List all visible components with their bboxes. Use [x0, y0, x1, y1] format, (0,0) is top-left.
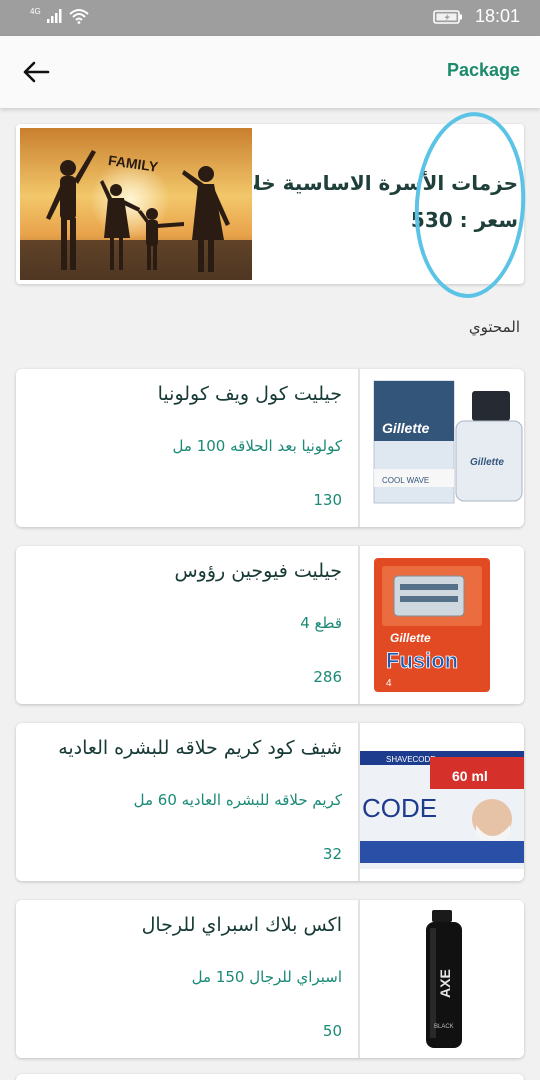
- product-name: جيليت فيوجين رؤوس: [174, 560, 342, 582]
- product-price: 32: [322, 845, 342, 863]
- product-description: اسبراي للرجال 150 مل: [191, 968, 342, 986]
- fusion-pack-text: Fusion: [386, 648, 458, 673]
- product-card[interactable]: Gillette COOL WAVE Gillette جيليت كول وي…: [16, 369, 524, 527]
- package-card[interactable]: FAMILY حزمات الأسرة الاساسية خلال شهر سع…: [16, 124, 524, 284]
- gillette-pack-text: Gillette: [390, 631, 431, 645]
- package-price: سعر : 530: [410, 208, 518, 232]
- product-card[interactable]: Gillette Fusion 4 جيليت فيوجين رؤوس قطع …: [16, 546, 524, 704]
- product-image-shavecode-cream: SHAVECODE 60 ml CODE: [358, 723, 524, 881]
- code-box-text: CODE: [362, 793, 437, 823]
- signal-icon: [46, 9, 62, 23]
- app-title: Package: [446, 60, 520, 80]
- product-price: 286: [313, 668, 342, 686]
- package-name: حزمات الأسرة الاساسية خلال شهر: [254, 171, 518, 195]
- gillette-box-text: Gillette: [382, 420, 430, 436]
- product-image-gillette-coolwave: Gillette COOL WAVE Gillette: [358, 369, 524, 527]
- arrow-left-icon: [23, 61, 50, 83]
- product-description: قطع 4: [300, 614, 342, 632]
- section-label-contents: المحتوي: [468, 318, 520, 336]
- wifi-icon: [69, 9, 89, 24]
- product-card[interactable]: AXE BLACK اكس بلاك اسبراي للرجال اسبراي …: [16, 900, 524, 1058]
- battery-icon: [433, 9, 462, 24]
- axe-can-text: AXE: [437, 969, 453, 998]
- network-type: 4G: [30, 6, 41, 16]
- product-name: جيليت كول ويف كولونيا: [157, 383, 342, 405]
- status-icons: 4G: [30, 6, 89, 24]
- product-image-axe-black: AXE BLACK: [358, 900, 524, 1058]
- product-card[interactable]: [16, 1074, 524, 1080]
- ml-box-text: 60 ml: [452, 768, 488, 784]
- product-description: كريم حلاقه للبشره العاديه 60 مل: [133, 791, 342, 809]
- black-can-text: BLACK: [434, 1024, 454, 1030]
- product-name: شيف كود كريم حلاقه للبشره العاديه: [58, 737, 342, 759]
- product-price: 50: [322, 1022, 342, 1040]
- coolwave-box-text: COOL WAVE: [382, 476, 429, 485]
- count-pack-text: 4: [386, 678, 392, 689]
- shavecode-top-text: SHAVECODE: [386, 755, 436, 764]
- product-card[interactable]: SHAVECODE 60 ml CODE شيف كود كريم حلاقه …: [16, 723, 524, 881]
- app-bar: Package: [0, 36, 540, 108]
- gillette-bottle-text: Gillette: [470, 457, 504, 468]
- status-time: 18:01: [474, 6, 520, 26]
- product-name: اكس بلاك اسبراي للرجال: [141, 914, 342, 936]
- status-bar: 4G 18:01: [0, 0, 540, 36]
- back-button[interactable]: [18, 54, 54, 90]
- product-price: 130: [313, 491, 342, 509]
- product-image-gillette-fusion: Gillette Fusion 4: [358, 546, 524, 704]
- product-description: كولونيا بعد الحلاقه 100 مل: [172, 437, 342, 455]
- package-image: FAMILY: [20, 128, 252, 280]
